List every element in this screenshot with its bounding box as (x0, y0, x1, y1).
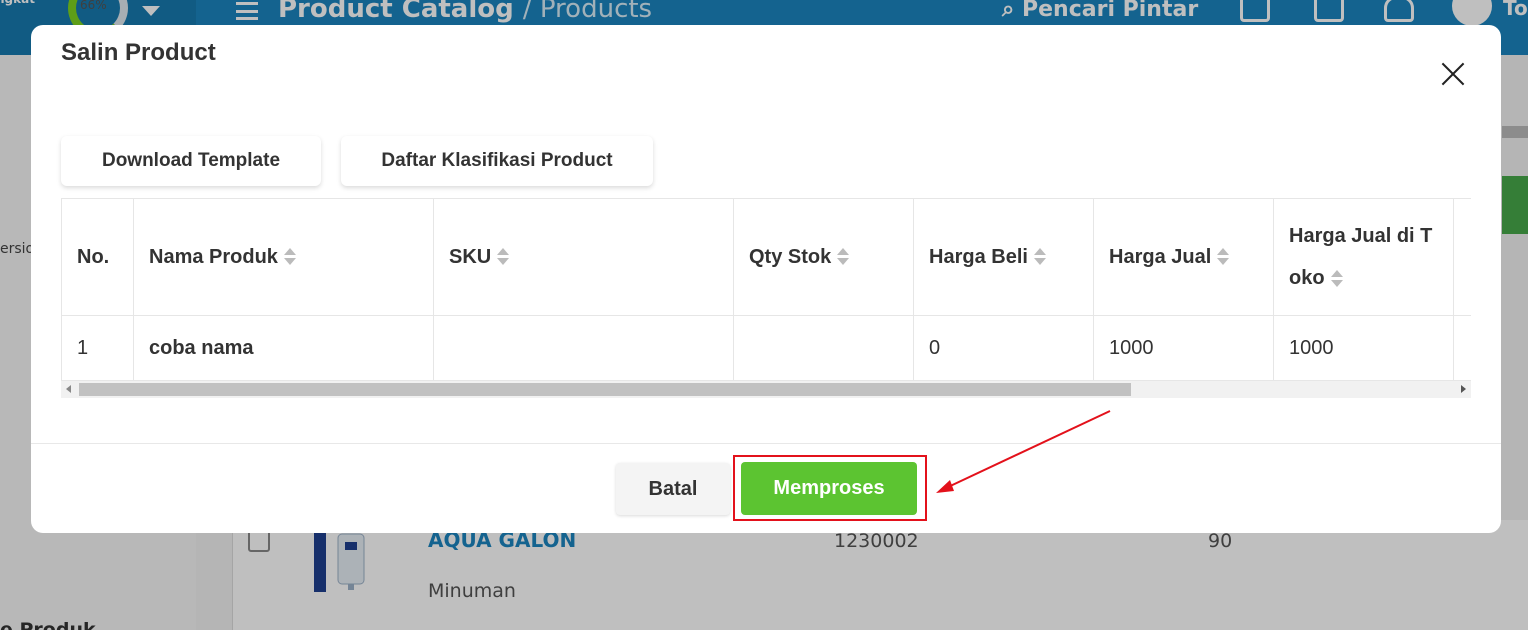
sort-icon[interactable] (1330, 268, 1343, 290)
column-header-no: No. (61, 198, 134, 316)
sort-icon[interactable] (283, 246, 296, 268)
sort-icon[interactable] (1217, 246, 1230, 268)
column-header-harga-jual[interactable]: Harga Jual (1093, 198, 1274, 316)
column-label: SKU (449, 245, 492, 268)
column-header-overflow (1453, 198, 1471, 316)
scroll-right-icon[interactable] (1461, 385, 1466, 393)
column-label: Qty Stok (749, 245, 832, 268)
horizontal-scrollbar[interactable] (61, 381, 1471, 398)
sort-icon[interactable] (497, 246, 510, 268)
sort-icon[interactable] (1033, 246, 1046, 268)
scroll-left-icon[interactable] (66, 385, 71, 393)
annotation-highlight (733, 455, 927, 521)
modal-title: Salin Product (61, 39, 216, 66)
column-label: Nama Produk (149, 245, 278, 268)
column-label: Harga Beli (929, 245, 1028, 268)
cell-no: 1 (61, 315, 134, 381)
product-table: No. Nama Produk SKU Qty Stok Harga Beli … (61, 198, 1471, 398)
cell-sku (433, 315, 734, 381)
table-row: 1 coba nama 0 1000 1000 (61, 315, 1471, 381)
classification-list-button[interactable]: Daftar Klasifikasi Product (341, 136, 653, 186)
footer-divider (31, 443, 1501, 444)
close-icon[interactable] (1438, 59, 1468, 89)
column-header-harga-jual-toko[interactable]: Harga Jual di Toko (1273, 198, 1454, 316)
column-header-sku[interactable]: SKU (433, 198, 734, 316)
cell-harga-beli: 0 (913, 315, 1094, 381)
cell-qty-stok (733, 315, 914, 381)
download-template-button[interactable]: Download Template (61, 136, 321, 186)
column-header-nama-produk[interactable]: Nama Produk (133, 198, 434, 316)
cell-harga-jual-toko: 1000 (1273, 315, 1454, 381)
column-label: Harga Jual (1109, 245, 1212, 268)
table-header-row: No. Nama Produk SKU Qty Stok Harga Beli … (61, 198, 1471, 316)
cell-nama-produk: coba nama (133, 315, 434, 381)
column-header-qty-stok[interactable]: Qty Stok (733, 198, 914, 316)
cell-overflow (1453, 315, 1471, 381)
sort-icon[interactable] (837, 246, 850, 268)
scrollbar-thumb[interactable] (79, 383, 1131, 396)
column-label: Harga Jual di Toko (1289, 225, 1433, 289)
column-header-harga-beli[interactable]: Harga Beli (913, 198, 1094, 316)
cell-harga-jual: 1000 (1093, 315, 1274, 381)
column-label: No. (77, 245, 110, 268)
cancel-button[interactable]: Batal (616, 463, 730, 515)
